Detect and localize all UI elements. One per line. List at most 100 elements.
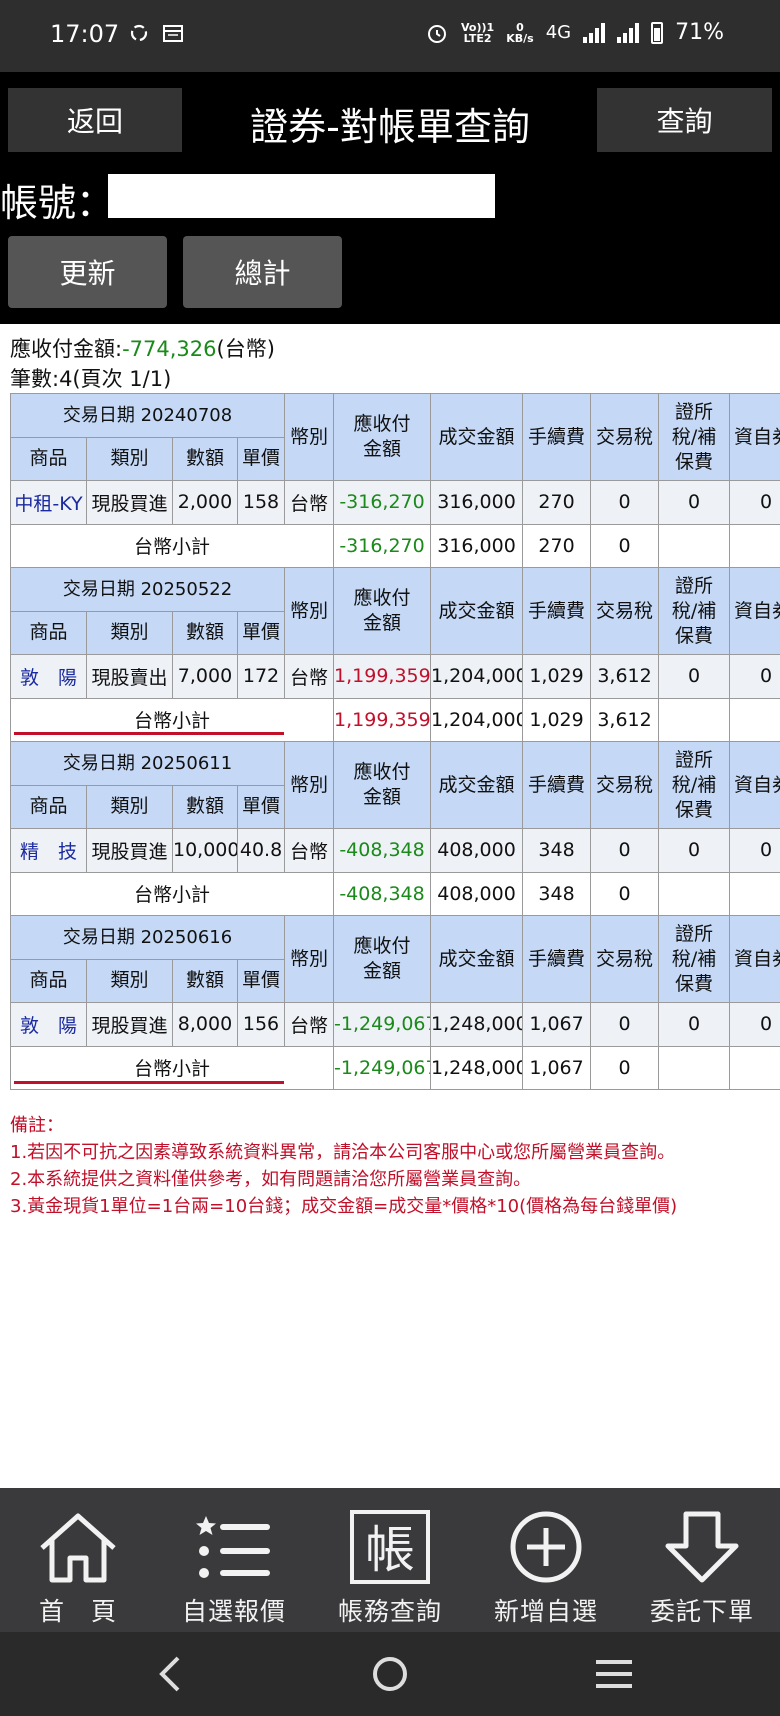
cell-price: 172 xyxy=(236,654,286,699)
cell-price: 40.8 xyxy=(236,828,286,873)
data-speed-indicator: 0 KB/s xyxy=(506,20,534,45)
total-button[interactable]: 總計 xyxy=(183,236,342,308)
col-type: 類別 xyxy=(86,436,173,481)
notes: 備註： 1.若因不可抗之因素導致系統資料異常，請洽本公司客服中心或您所屬營業員查… xyxy=(10,1112,677,1220)
summary: 應收付金額:-774,326(台幣) 筆數:4(頁次 1/1) xyxy=(10,334,275,394)
cell-qty: 10,000 xyxy=(172,828,238,873)
col-sec-tax: 證所稅/補保費 xyxy=(658,393,731,481)
cell-tax: 0 xyxy=(590,1002,660,1047)
col-deal-amount: 成交金額 xyxy=(430,915,524,1003)
subtotal-deal-amount: 1,204,000 xyxy=(430,697,524,742)
subtotal-empty xyxy=(658,871,731,916)
cell-receivable: 1,199,359 xyxy=(333,654,432,699)
nav-order[interactable]: 委託下單 xyxy=(624,1488,780,1632)
subtotal-receivable: -1,249,067 xyxy=(333,1045,432,1090)
receivable-summary-label: 應收付金額: xyxy=(10,337,123,361)
recents-nav-icon[interactable] xyxy=(594,1650,634,1698)
subtotal-fee: 270 xyxy=(522,523,592,568)
cell-product[interactable]: 中租-KY xyxy=(10,480,87,525)
record-count: 筆數:4(頁次 1/1) xyxy=(10,367,172,391)
cell-price: 158 xyxy=(236,480,286,525)
subtotal-empty xyxy=(729,1045,780,1090)
cell-receivable: -316,270 xyxy=(333,480,432,525)
subtotal-empty xyxy=(729,523,780,568)
subtotal-receivable: 1,199,359 xyxy=(333,697,432,742)
subtotal-empty xyxy=(729,871,780,916)
svg-text:帳: 帳 xyxy=(365,1521,415,1579)
account-icon: 帳 xyxy=(350,1510,430,1584)
col-type: 類別 xyxy=(86,784,173,829)
cell-sec-tax: 0 xyxy=(658,828,731,873)
home-nav-icon[interactable] xyxy=(370,1650,410,1698)
col-product: 商品 xyxy=(10,784,87,829)
subtotal-empty xyxy=(658,697,731,742)
cell-product[interactable]: 敦 陽 xyxy=(10,654,87,699)
account-input[interactable] xyxy=(108,174,495,218)
nav-account-query-label: 帳務查詢 xyxy=(337,1597,442,1626)
cell-product[interactable]: 精 技 xyxy=(10,828,87,873)
trade-date: 交易日期 20250616 xyxy=(10,915,286,960)
nav-home[interactable]: 首 頁 xyxy=(0,1488,156,1632)
col-qty: 數額 xyxy=(172,610,238,655)
col-qty: 數額 xyxy=(172,784,238,829)
back-button[interactable]: 返回 xyxy=(8,88,182,152)
nav-add-watch[interactable]: 新增自選 xyxy=(468,1488,624,1632)
table-row[interactable]: 敦 陽現股買進 8,000 156 台幣 -1,249,067 1,248,000 1,06… xyxy=(10,1002,780,1047)
notes-line: 1.若因不可抗之因素導致系統資料異常，請洽本公司客服中心或您所屬營業員查詢。 xyxy=(10,1142,676,1163)
table-row[interactable]: 敦 陽現股賣出 7,000 172 台幣 1,199,359 1,204,000 1,029… xyxy=(10,654,780,699)
col-qty: 數額 xyxy=(172,958,238,1003)
nav-watchlist[interactable]: 自選報價 xyxy=(156,1488,312,1632)
page-title: 證券-對帳單查詢 xyxy=(250,105,530,149)
table-row[interactable]: 精 技現股買進 10,000 40.8 台幣 -408,348 408,000 348 0 0 0 xyxy=(10,828,780,873)
cell-deal-amount: 1,248,000 xyxy=(430,1002,524,1047)
cell-fee: 348 xyxy=(522,828,592,873)
down-arrow-icon xyxy=(665,1511,739,1583)
plus-circle-icon xyxy=(510,1511,582,1583)
col-margin: 資自券擔 xyxy=(729,741,780,829)
table-row[interactable]: 中租-KY 現股買進 2,000 158 台幣 -316,270 316,000 270 0 0 0 xyxy=(10,480,780,525)
subtotal-tax: 3,612 xyxy=(590,697,660,742)
subtotal-receivable: -316,270 xyxy=(333,523,432,568)
signal-icon-2 xyxy=(617,22,640,43)
col-fee: 手續費 xyxy=(522,741,592,829)
query-button[interactable]: 查詢 xyxy=(597,88,772,152)
col-deal-amount: 成交金額 xyxy=(430,567,524,655)
col-price: 單價 xyxy=(236,610,286,655)
cell-product[interactable]: 敦 陽 xyxy=(10,1002,87,1047)
col-type: 類別 xyxy=(86,610,173,655)
trade-date: 交易日期 20250611 xyxy=(10,741,286,786)
cell-tax: 0 xyxy=(590,828,660,873)
cell-deal-amount: 316,000 xyxy=(430,480,524,525)
back-nav-icon[interactable] xyxy=(150,1650,190,1698)
bottom-nav: 首 頁 自選報價 帳 帳務查詢 新增自選 委託下單 xyxy=(0,1488,780,1632)
col-product: 商品 xyxy=(10,436,87,481)
account-label: 帳號： xyxy=(0,181,115,225)
volte-indicator: Vo))1 LTE2 xyxy=(461,20,495,45)
col-margin: 資自券擔 xyxy=(729,567,780,655)
subtotal-fee: 348 xyxy=(522,871,592,916)
col-sec-tax: 證所稅/補保費 xyxy=(658,741,731,829)
battery-level: 71% xyxy=(675,20,724,45)
col-currency: 幣別 xyxy=(284,393,335,481)
nav-account-query[interactable]: 帳 帳務查詢 xyxy=(312,1488,468,1632)
subtotal-deal-amount: 316,000 xyxy=(430,523,524,568)
cell-deal-amount: 1,204,000 xyxy=(430,654,524,699)
subtotal-row: 台幣小計 -316,270 316,000 270 0 xyxy=(10,523,780,568)
cell-deal-amount: 408,000 xyxy=(430,828,524,873)
status-notification-icons xyxy=(128,22,184,44)
cell-sec-tax: 0 xyxy=(658,654,731,699)
col-price: 單價 xyxy=(236,436,286,481)
col-qty: 數額 xyxy=(172,436,238,481)
refresh-button[interactable]: 更新 xyxy=(8,236,167,308)
statement-table-container[interactable]: 交易日期 20240708幣別應收付金額成交金額手續費交易稅證所稅/補保費資自券… xyxy=(10,393,780,1091)
col-currency: 幣別 xyxy=(284,741,335,829)
subtotal-empty xyxy=(658,523,731,568)
star-list-icon xyxy=(196,1516,270,1578)
col-sec-tax: 證所稅/補保費 xyxy=(658,567,731,655)
col-price: 單價 xyxy=(236,784,286,829)
trade-date: 交易日期 20240708 xyxy=(10,393,286,438)
receivable-summary-unit: (台幣) xyxy=(216,337,275,361)
cell-qty: 2,000 xyxy=(172,480,238,525)
subtotal-tax: 0 xyxy=(590,523,660,568)
col-product: 商品 xyxy=(10,610,87,655)
